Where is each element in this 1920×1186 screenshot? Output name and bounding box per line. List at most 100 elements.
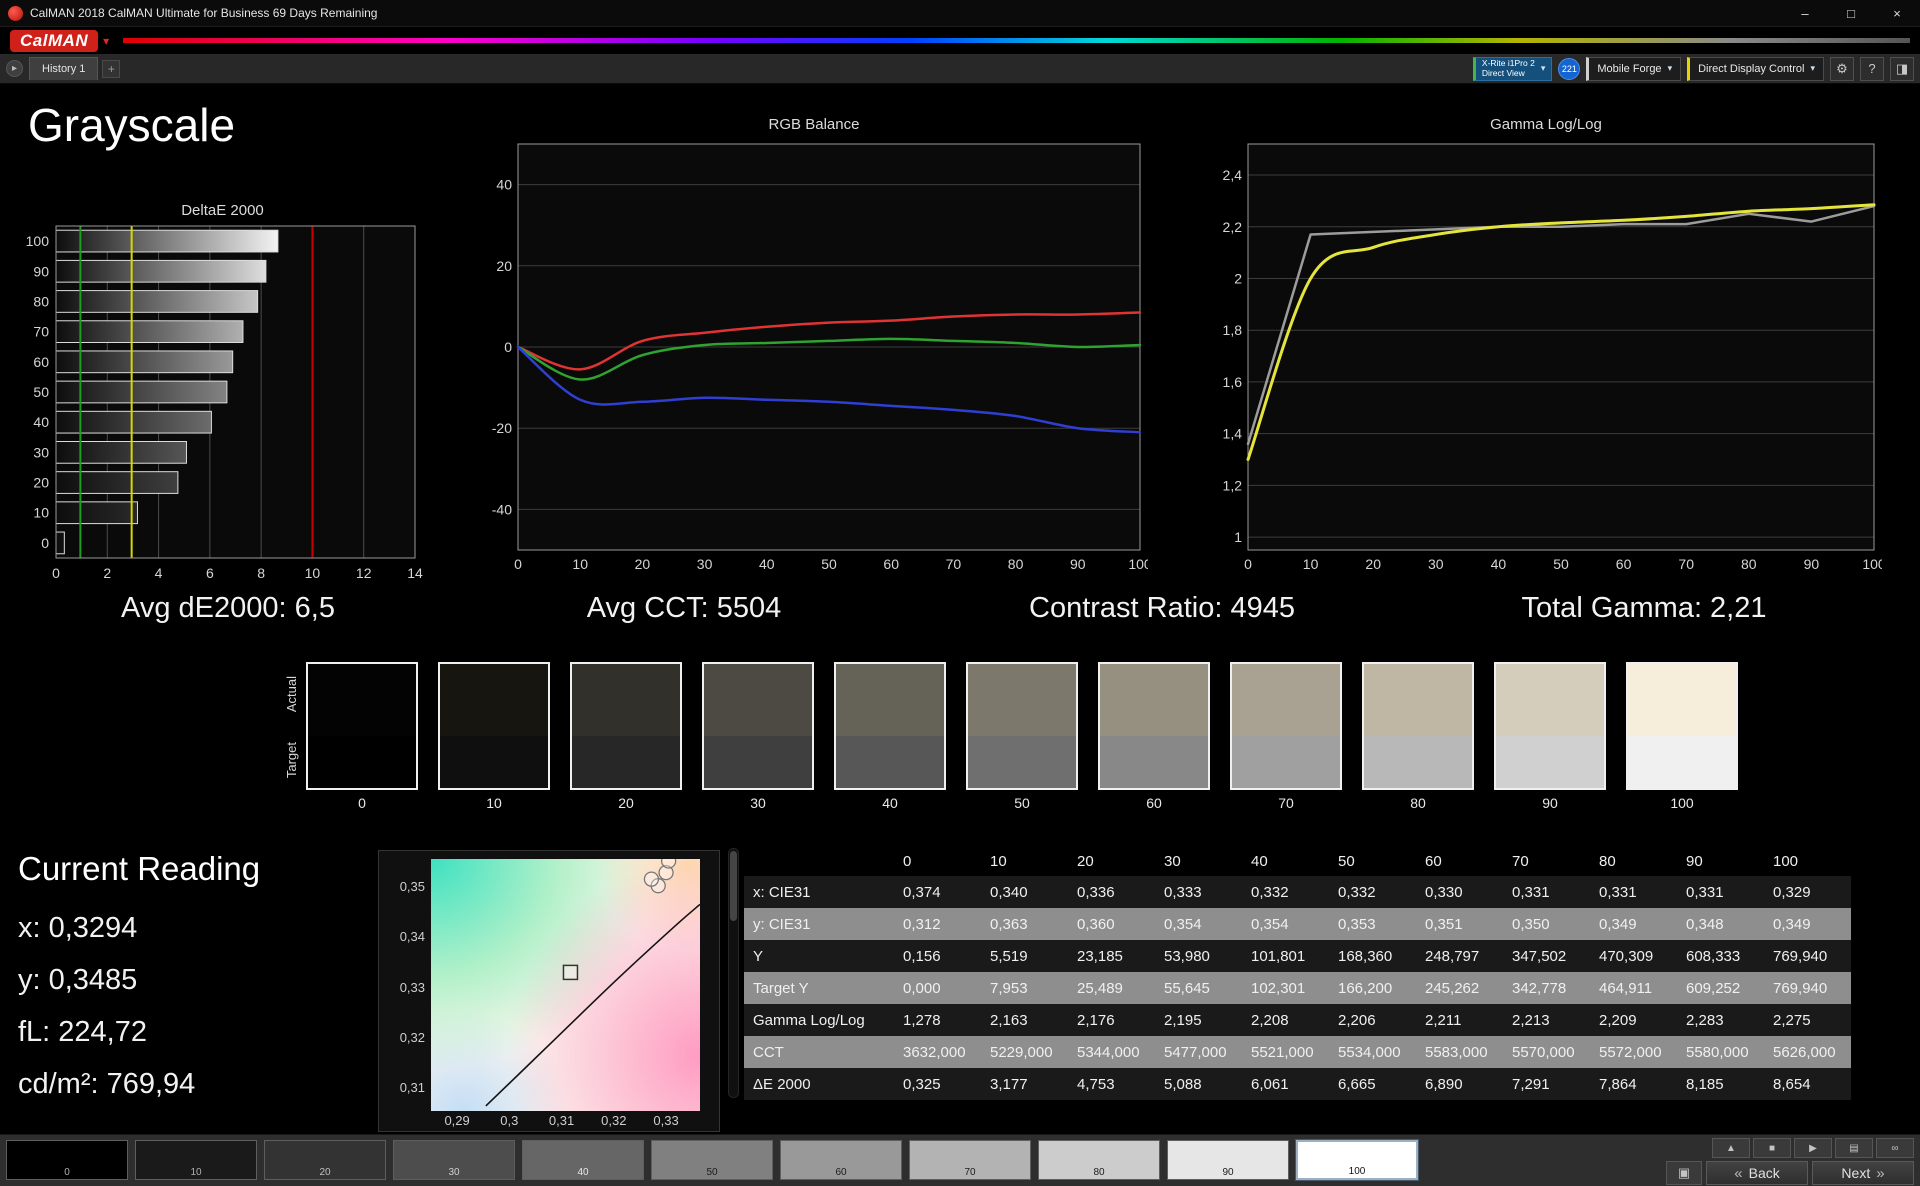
grayscale-swatch-50: 50 — [966, 662, 1078, 811]
patch-button-50[interactable]: 50 — [651, 1140, 773, 1180]
settings-gear-button[interactable]: ⚙ — [1830, 56, 1854, 81]
add-tab-button[interactable]: + — [102, 59, 121, 78]
table-row: Target Y 0,000 7,953 25,489 55,645 102,301 166… — [744, 972, 1851, 1004]
calman-logo[interactable]: CalMAN — [10, 29, 99, 52]
table-cell: 7,953 — [981, 972, 1068, 1004]
swatch-level-label: 10 — [486, 795, 502, 811]
svg-text:12: 12 — [356, 565, 372, 581]
table-cell: 0,353 — [1329, 908, 1416, 940]
patch-window-button[interactable]: ▣ — [1666, 1161, 1702, 1185]
table-cell: 0,340 — [981, 876, 1068, 908]
play-button[interactable]: ▶ — [1794, 1138, 1832, 1158]
table-cell: 5344,000 — [1068, 1036, 1155, 1068]
patch-button-20[interactable]: 20 — [264, 1140, 386, 1180]
patch-button-40[interactable]: 40 — [522, 1140, 644, 1180]
close-button[interactable]: × — [1874, 0, 1920, 27]
maximize-button[interactable]: □ — [1828, 0, 1874, 27]
col-header-20: 20 — [1077, 852, 1094, 870]
logo-dropdown-icon[interactable]: ▾ — [103, 34, 109, 48]
svg-text:2: 2 — [103, 565, 111, 581]
help-button[interactable]: ? — [1860, 56, 1884, 81]
col-header-90: 90 — [1686, 852, 1703, 870]
cie-y-tick: 0,31 — [399, 1080, 425, 1096]
deltae-chart-title: DeltaE 2000 — [181, 202, 264, 219]
table-cell: 5583,000 — [1416, 1036, 1503, 1068]
col-header-30: 30 — [1164, 852, 1181, 870]
svg-text:50: 50 — [33, 384, 49, 400]
next-button[interactable]: Next » — [1812, 1161, 1914, 1185]
table-cell: 0,363 — [981, 908, 1068, 940]
meter-select-button[interactable]: X-Rite i1Pro 2 Direct View ▾ — [1472, 56, 1553, 81]
table-cell: 2,176 — [1068, 1004, 1155, 1036]
toolbar-right: X-Rite i1Pro 2 Direct View ▾ 221 Mobile … — [1472, 56, 1914, 81]
patch-button-80[interactable]: 80 — [1038, 1140, 1160, 1180]
patch-button-30[interactable]: 30 — [393, 1140, 515, 1180]
patch-button-10[interactable]: 10 — [135, 1140, 257, 1180]
table-cell: 0,312 — [894, 908, 981, 940]
stop-button[interactable]: ■ — [1753, 1138, 1791, 1158]
swatch-level-label: 0 — [358, 795, 366, 811]
patch-button-90[interactable]: 90 — [1167, 1140, 1289, 1180]
swatch-level-label: 100 — [1670, 795, 1694, 811]
meter-label: X-Rite i1Pro 2 Direct View — [1482, 58, 1535, 79]
back-button[interactable]: « Back — [1706, 1161, 1808, 1185]
grayscale-swatch-90: 90 — [1494, 662, 1606, 811]
svg-text:100: 100 — [1128, 556, 1148, 572]
tab-history-1[interactable]: History 1 — [29, 57, 99, 80]
patch-button-60[interactable]: 60 — [780, 1140, 902, 1180]
target-color-patch — [704, 735, 812, 788]
source-select-button[interactable]: Mobile Forge ▾ — [1586, 56, 1682, 81]
cie-x-tick: 0,33 — [653, 1113, 679, 1128]
link-button[interactable]: ∞ — [1876, 1138, 1914, 1158]
display-control-button[interactable]: Direct Display Control ▾ — [1687, 56, 1824, 81]
col-header-70: 70 — [1512, 852, 1529, 870]
table-cell: 3632,000 — [894, 1036, 981, 1068]
table-cell: 102,301 — [1242, 972, 1329, 1004]
table-cell: 5229,000 — [981, 1036, 1068, 1068]
grayscale-swatch-band: Actual Target 0 10 20 30 40 50 60 70 80 90 100 — [0, 640, 1920, 826]
patch-button-100[interactable]: 100 — [1296, 1140, 1418, 1180]
nav-arrow-button[interactable]: ▸ — [6, 60, 23, 77]
source-label: Mobile Forge — [1597, 62, 1662, 75]
grayscale-swatch-60: 60 — [1098, 662, 1210, 811]
cie-x-tick: 0,32 — [601, 1113, 627, 1128]
svg-text:6: 6 — [206, 565, 214, 581]
chevrons-right-icon: » — [1876, 1164, 1885, 1182]
svg-text:80: 80 — [33, 293, 49, 309]
actual-color-patch — [1232, 664, 1340, 736]
table-cell: 5626,000 — [1764, 1036, 1851, 1068]
table-scrollbar[interactable] — [728, 848, 739, 1098]
table-header-row: 0 10 20 30 40 50 60 70 80 90 100 — [744, 846, 1851, 876]
svg-text:10: 10 — [572, 556, 588, 572]
svg-text:50: 50 — [1553, 556, 1569, 572]
target-color-patch — [308, 735, 416, 788]
patch-button-70[interactable]: 70 — [909, 1140, 1031, 1180]
svg-text:1,2: 1,2 — [1223, 477, 1243, 493]
table-cell: 0,336 — [1068, 876, 1155, 908]
save-button[interactable]: ▤ — [1835, 1138, 1873, 1158]
grayscale-swatch-0: 0 — [306, 662, 418, 811]
collapse-panel-button[interactable]: ◨ — [1890, 56, 1914, 81]
meter-count-badge[interactable]: 221 — [1558, 57, 1581, 80]
minimize-button[interactable]: – — [1782, 0, 1828, 27]
table-row: Gamma Log/Log 1,278 2,163 2,176 2,195 2,208 2,… — [744, 1004, 1851, 1036]
table-cell: 101,801 — [1242, 940, 1329, 972]
scrollbar-thumb[interactable] — [730, 851, 737, 921]
table-cell: 2,283 — [1677, 1004, 1764, 1036]
table-cell: 5,519 — [981, 940, 1068, 972]
actual-color-patch — [440, 664, 548, 736]
table-cell: 2,211 — [1416, 1004, 1503, 1036]
swatch-level-label: 50 — [1014, 795, 1030, 811]
rgb-balance-chart-block: RGB Balance 40 20 0 -20 -40 0 10 20 30 40 50 60 70 80… — [480, 116, 1152, 581]
tray-toggle-button[interactable]: ▲ — [1712, 1138, 1750, 1158]
calman-app: CalMAN 2018 CalMAN Ultimate for Business… — [0, 0, 1920, 1186]
svg-text:0: 0 — [41, 535, 49, 551]
table-cell: 2,195 — [1155, 1004, 1242, 1036]
reading-y: y: 0,3485 — [18, 963, 138, 996]
swatch-square — [1626, 662, 1738, 790]
swatch-square — [1230, 662, 1342, 790]
actual-color-patch — [1364, 664, 1472, 736]
patch-button-0[interactable]: 0 — [6, 1140, 128, 1180]
table-row: CCT 3632,000 5229,000 5344,000 5477,000 5521,… — [744, 1036, 1851, 1068]
table-cell: 2,163 — [981, 1004, 1068, 1036]
